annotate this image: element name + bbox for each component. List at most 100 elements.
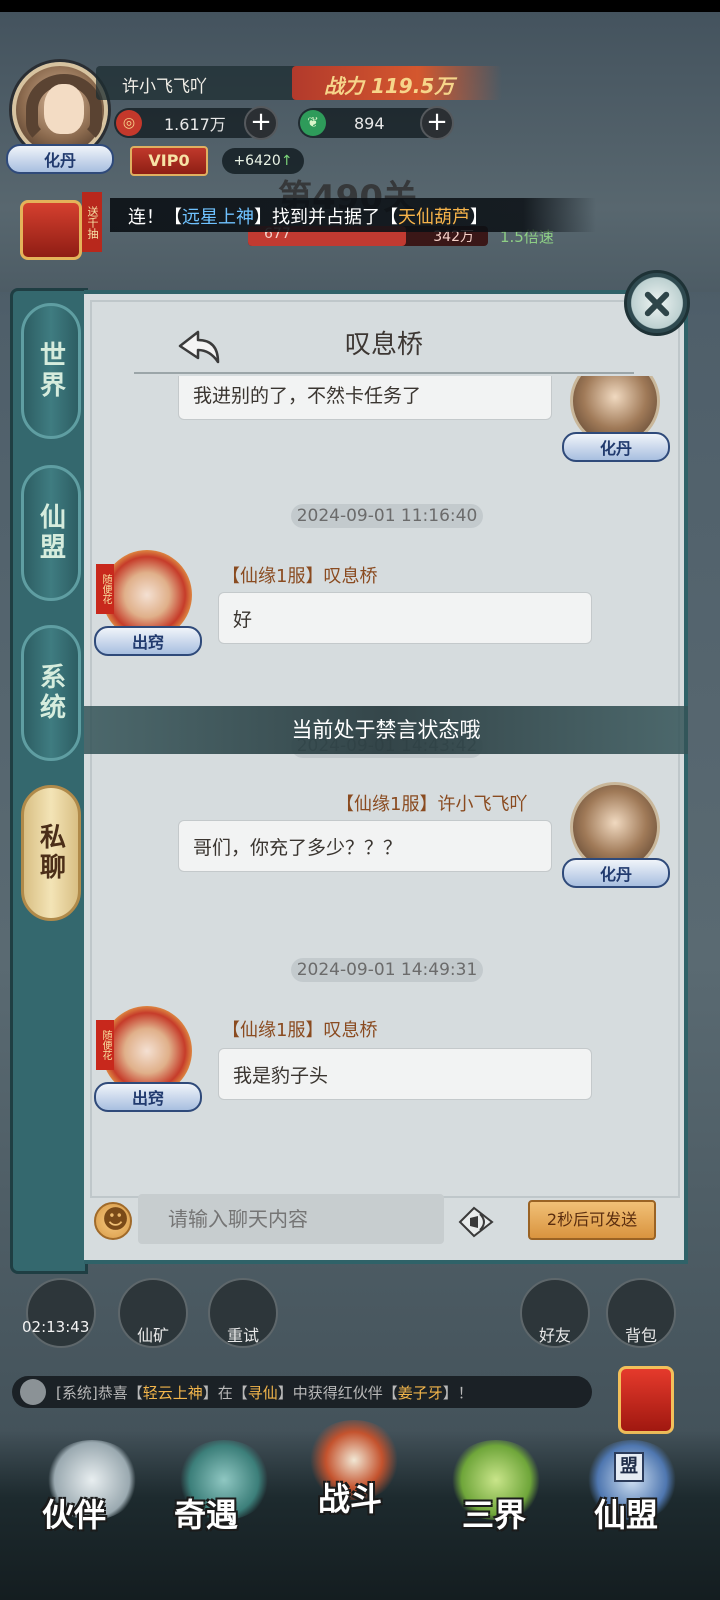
retry-button-label: 重试 [226,1326,259,1345]
marquee-prefix: 连！【 [128,207,182,228]
marquee-mid: 】找到并占据了【 [254,207,398,228]
bag-button-label: 背包 [624,1326,657,1345]
megaphone-icon[interactable] [456,1202,498,1242]
message-timestamp: 2024-09-01 11:16:40 [90,504,684,528]
alliance-flag-text: 盟 [620,1456,638,1477]
combat-power-label: 战力 [324,74,364,98]
avatar[interactable]: 随便花 出窍 [94,550,202,658]
broadcast-marquee: 连！【远星上神】找到并占据了【天仙葫芦】 [110,198,596,232]
player-rank-plate: 化丹 [6,144,114,174]
message-text: 好 [233,609,253,631]
avatar-rank: 出窍 [131,633,164,652]
tab-private-chat[interactable]: 私聊 [21,785,81,921]
gift-chest-icon[interactable] [20,200,82,260]
retry-button[interactable]: 重试 [208,1278,278,1348]
timestamp-text: 2024-09-01 14:49:31 [290,958,484,982]
tab-alliance-label: 仙盟 [35,503,66,563]
friends-button-label: 好友 [538,1326,571,1345]
message-list[interactable]: 我进别的了，不然卡任务了 化丹 2024-09-01 11:16:40 随便花 … [90,376,684,1182]
avatar[interactable]: 化丹 [562,376,670,464]
message-text: 哥们，你充了多少？？？ [193,837,403,859]
chat-bubble[interactable]: 哥们，你充了多少？？？ [178,820,552,872]
avatar-badge-text: 随便花 [100,1030,111,1060]
chat-input-bar: 2秒后可发送 [84,1188,688,1258]
mute-notice: 当前处于禁言状态哦 [84,706,688,754]
nav-partner[interactable]: 伙伴 [14,1490,134,1550]
sender-name: 【仙缘1服】许小飞飞吖 [336,794,528,815]
avatar-badge: 随便花 [96,1020,114,1070]
avatar-badge-text: 随便花 [100,574,111,604]
title-divider [134,372,634,374]
chat-bubble[interactable]: 我进别的了，不然卡任务了 [178,376,552,420]
player-name: 许小飞飞吖 [96,66,306,100]
avatar[interactable]: 化丹 [562,782,670,890]
tab-world[interactable]: 世界 [21,303,81,439]
tab-private-chat-label: 私聊 [35,823,66,883]
tab-system-label: 系统 [35,663,66,723]
mine-button[interactable]: 仙矿 [118,1278,188,1348]
nav-partner-label: 伙伴 [41,1496,106,1534]
chest-tag: 送千抽 [82,192,102,252]
avatar-rank: 化丹 [599,439,632,458]
combat-power-value: 119.5万 [370,74,455,98]
chat-bubble[interactable]: 我是豹子头 [218,1048,592,1100]
event-button[interactable] [26,1278,96,1348]
timestamp-text: 2024-09-01 11:16:40 [290,504,484,528]
sys-player: 轻云上神 [142,1384,203,1402]
chat-bubble[interactable]: 好 [218,592,592,644]
gold-coin-icon: ◎ [116,110,142,136]
sys-mid: 】在【 [202,1384,248,1402]
bonus-value: +6420 [233,153,281,169]
tab-system[interactable]: 系统 [21,625,81,761]
player-name-text: 许小飞飞吖 [122,77,207,97]
nav-adventure[interactable]: 奇遇 [146,1490,266,1550]
avatar-face [44,84,84,134]
currency1-row: ◎ 1.617万 [114,108,264,138]
message-text: 我进别的了，不然卡任务了 [193,385,422,407]
nav-alliance-label: 仙盟 [593,1496,658,1534]
send-button-label: 2秒后可发送 [546,1210,638,1229]
friends-button[interactable]: 好友 [520,1278,590,1348]
avatar-rank-plate: 出窍 [94,626,202,656]
avatar-rank-plate: 化丹 [562,432,670,462]
message-timestamp: 2024-09-01 14:49:31 [90,958,684,982]
nav-adventure-label: 奇遇 [173,1496,238,1534]
nav-alliance[interactable]: 仙盟 [566,1490,686,1550]
nav-battle-label: 战斗 [317,1480,382,1518]
avatar[interactable]: 随便花 出窍 [94,1006,202,1114]
send-button[interactable]: 2秒后可发送 [528,1200,656,1240]
avatar-rank-plate: 出窍 [94,1082,202,1112]
sys-place: 寻仙 [247,1384,278,1402]
add-currency2-button[interactable]: + [420,106,454,140]
back-arrow-icon[interactable] [176,328,222,368]
sys-prefix: [系统]恭喜【 [56,1384,143,1402]
nav-three-realms[interactable]: 三界 [434,1490,554,1550]
system-message-bar[interactable]: [系统]恭喜【轻云上神】在【寻仙】中获得红伙伴【姜子牙】！ [12,1376,592,1408]
tab-alliance[interactable]: 仙盟 [21,465,81,601]
mine-button-label: 仙矿 [136,1326,169,1345]
currency1-value: 1.617万 [164,115,226,134]
avatar-badge: 随便花 [96,564,114,614]
message-text: 我是豹子头 [233,1065,329,1087]
emoji-icon[interactable] [94,1202,132,1240]
sys-partner: 姜子牙 [397,1384,443,1402]
tab-world-label: 世界 [35,341,66,401]
chat-input[interactable] [138,1194,444,1244]
player-rank: 化丹 [43,151,76,170]
sender-name: 【仙缘1服】叹息桥 [222,1020,378,1041]
chat-bubble-icon [20,1379,46,1405]
status-bar [0,0,720,12]
jade-gem-icon: ❦ [300,110,326,136]
add-currency1-button[interactable]: + [244,106,278,140]
currency2-value: 894 [354,113,385,133]
alliance-flag: 盟 [614,1452,644,1482]
close-icon[interactable] [624,270,690,336]
sys-suffix: 】！ [442,1384,473,1402]
nav-battle[interactable]: 战斗 [290,1474,410,1534]
bag-button[interactable]: 背包 [606,1278,676,1348]
vip-level: VIP0 [148,151,190,170]
marquee-suffix: 】 [470,207,488,228]
avatar-rank: 出窍 [131,1089,164,1108]
vip-badge[interactable]: VIP0 [130,146,208,176]
red-envelope-icon[interactable] [618,1366,674,1434]
